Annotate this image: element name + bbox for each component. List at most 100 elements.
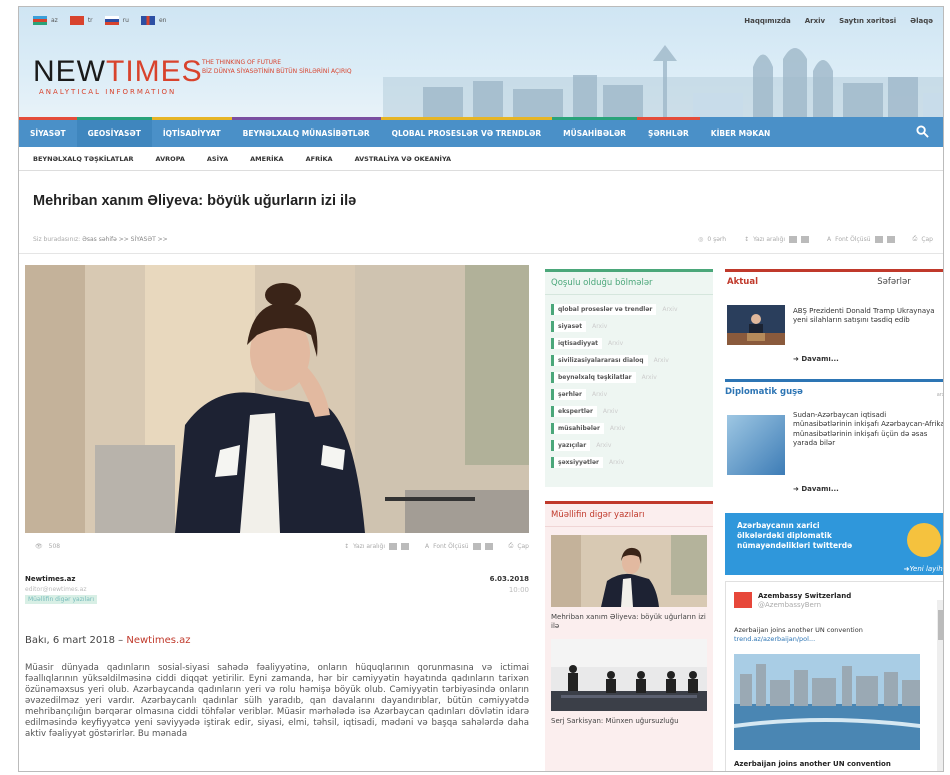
toplink-archive[interactable]: Arxiv — [805, 17, 825, 25]
other-post-thumb[interactable] — [551, 639, 707, 712]
other-posts-box: Müəllifin digər yazıları Mehriban xanım … — [545, 501, 713, 771]
share-network-icon — [907, 523, 941, 557]
twitter-banner-text: Azərbaycanın xarici ölkələrdəki diplomat… — [737, 521, 853, 551]
toplink-sitemap[interactable]: Saytın xəritəsi — [839, 17, 896, 25]
archive-link[interactable]: arxiv — [937, 392, 943, 398]
tweet-link[interactable]: trend.az/azerbaijan/pol... — [734, 635, 815, 643]
breadcrumb-link[interactable]: Əsas səhifə >> SİYASƏT >> — [82, 236, 168, 243]
news-item[interactable]: ABŞ Prezidenti Donald Tramp Ukraynaya ye… — [725, 301, 943, 367]
photo-toolbar: 👁 508 ↕ Yazı aralığı A Font Ölçüsü ⎙ Çap — [25, 537, 529, 555]
article-dateline: Bakı, 6 mart 2018 – Newtimes.az — [25, 635, 191, 646]
font-size-tool-2[interactable]: A Font Ölçüsü — [425, 542, 493, 550]
search-icon[interactable] — [916, 125, 929, 138]
section-item[interactable]: şərhlər Arxiv — [551, 386, 707, 403]
nav-kiber[interactable]: KİBER MƏKAN — [699, 117, 782, 147]
news-headline[interactable]: ABŞ Prezidenti Donald Tramp Ukraynaya ye… — [793, 307, 943, 325]
az-flag-icon — [33, 16, 47, 25]
lang-tr[interactable]: tr — [69, 16, 93, 25]
toplink-about[interactable]: Haqqımızda — [744, 17, 791, 25]
nav-serhler[interactable]: ŞƏRHLƏR — [637, 117, 700, 147]
subnav-item[interactable]: AFRİKA — [306, 155, 333, 163]
divider — [19, 253, 943, 254]
other-post-caption[interactable]: Serj Sarkisyan: Münxen uğursuzluğu — [551, 717, 707, 726]
nav-iqtisadiyyat[interactable]: İQTİSADİYYAT — [151, 117, 232, 147]
news-tabs: Aktual Səfərlər — [725, 269, 943, 289]
twitter-feed: Azembassy Switzerland @AzembassyBern Aze… — [725, 581, 943, 771]
author-email[interactable]: editor@newtimes.az — [25, 586, 529, 593]
lang-en[interactable]: en — [140, 16, 166, 25]
comment-tool[interactable]: ◎ 0 şərh — [698, 236, 726, 243]
tweet-header: Azembassy Switzerland @AzembassyBern — [734, 592, 851, 610]
article-body: Müasir dünyada qadınların sosial-siyasi … — [25, 663, 529, 739]
section-item[interactable]: qlobal proseslər və trendlər Arxiv — [551, 301, 707, 318]
section-item[interactable]: yazıçılar Arxiv — [551, 437, 707, 454]
line-spacing-tool-2[interactable]: ↕ Yazı aralığı — [344, 542, 409, 550]
subnav-item[interactable]: AVSTRALİYA VƏ OKEANİYA — [355, 155, 452, 163]
site-logo[interactable]: NEWTIMES — [33, 57, 203, 87]
language-switcher: az tr ru en — [33, 16, 166, 25]
sub-nav: BEYNƏLXALQ TƏŞKİLATLAR AVROPA ASİYA AMER… — [19, 147, 943, 171]
twitter-banner[interactable]: Azərbaycanın xarici ölkələrdəki diplomat… — [725, 513, 943, 575]
eye-icon: 👁 — [35, 542, 43, 550]
tweet-image[interactable] — [734, 654, 920, 750]
section-item[interactable]: siyasət Arxiv — [551, 318, 707, 335]
other-posts-title: Müəllifin digər yazıları — [545, 504, 713, 527]
other-post-image — [551, 639, 707, 712]
lang-ru[interactable]: ru — [104, 16, 129, 25]
tweet-text: Azerbaijan joins another UN convention t… — [734, 626, 863, 643]
comment-icon: ◎ — [698, 235, 704, 243]
font-size-tool[interactable]: A Font Ölçüsü — [827, 235, 895, 243]
page-frame: az tr ru en Haqqımızda Arxiv Saytın xəri… — [18, 6, 944, 772]
photo-tools: ↕ Yazı aralığı A Font Ölçüsü ⎙ Çap — [344, 542, 529, 550]
line-spacing-tool[interactable]: ↕ Yazı aralığı — [744, 235, 809, 243]
dateline-source[interactable]: Newtimes.az — [126, 635, 190, 646]
nav-beynelxalq[interactable]: BEYNƏLXALQ MÜNASİBƏTLƏR — [231, 117, 381, 147]
author-other-posts-link[interactable]: Müəllifin digər yazıları — [25, 595, 98, 604]
new-project-link[interactable]: ➜Yeni layiha — [904, 565, 943, 573]
toplink-contact[interactable]: Əlaqə — [910, 17, 933, 25]
diplomatic-headline[interactable]: Sudan-Azərbaycan iqtisadi münasibətlərin… — [793, 411, 943, 449]
nav-geosiyaset[interactable]: GEOSİYASƏT — [76, 117, 152, 147]
news-image — [727, 305, 785, 345]
feed-scrollbar[interactable] — [937, 600, 943, 771]
section-item[interactable]: iqtisadiyyat Arxiv — [551, 335, 707, 352]
print-icon: ⎙ — [508, 542, 514, 549]
section-item[interactable]: sivilizasiyalararası dialoq Arxiv — [551, 352, 707, 369]
breadcrumb-row: Siz buradasınız: Əsas səhifə >> SİYASƏT … — [33, 231, 933, 247]
other-post-caption[interactable]: Mehriban xanım Əliyeva: böyük uğurların … — [551, 613, 707, 631]
tab-aktual[interactable]: Aktual — [725, 272, 837, 289]
section-item[interactable]: şəxsiyyətlər Arxiv — [551, 454, 707, 471]
tweet-author[interactable]: Azembassy Switzerland @AzembassyBern — [758, 592, 851, 610]
subnav-item[interactable]: ASİYA — [207, 155, 228, 163]
diplomatic-image — [727, 415, 785, 475]
subnav-item[interactable]: AMERİKA — [250, 155, 283, 163]
nav-siyaset[interactable]: SİYASƏT — [19, 117, 77, 147]
breadcrumb: Siz buradasınız: Əsas səhifə >> SİYASƏT … — [33, 235, 168, 243]
city-skyline-image — [383, 45, 943, 117]
section-item[interactable]: müsahibələr Arxiv — [551, 420, 707, 437]
publish-date: 6.03.2018 10:00 — [489, 575, 529, 594]
lang-az[interactable]: az — [33, 16, 58, 25]
nav-qlobal[interactable]: QLOBAL PROSESLƏR VƏ TRENDLƏR — [380, 117, 553, 147]
nav-musahibeler[interactable]: MÜSAHİBƏLƏR — [552, 117, 638, 147]
print-tool[interactable]: ⎙ Çap — [913, 235, 934, 243]
ru-flag-icon — [104, 16, 119, 25]
subnav-item[interactable]: AVROPA — [156, 155, 185, 163]
sections-title: Qoşulu olduğu bölmələr — [545, 272, 713, 295]
diplomatic-item[interactable]: Sudan-Azərbaycan iqtisadi münasibətlərin… — [725, 407, 943, 503]
subnav-item[interactable]: BEYNƏLXALQ TƏŞKİLATLAR — [33, 155, 134, 163]
author-name[interactable]: Newtimes.az — [25, 575, 529, 583]
top-links: Haqqımızda Arxiv Saytın xəritəsi Əlaqə — [744, 17, 933, 25]
page-title: Mehriban xanım Əliyeva: böyük uğurların … — [33, 193, 357, 209]
read-more-link[interactable]: ➜ Davamı... — [793, 355, 839, 363]
print-icon: ⎙ — [912, 235, 918, 242]
other-post-thumb[interactable] — [551, 535, 707, 607]
print-tool-2[interactable]: ⎙ Çap — [509, 542, 530, 550]
main-nav: SİYASƏT GEOSİYASƏT İQTİSADİYYAT BEYNƏLXA… — [19, 117, 943, 147]
avatar[interactable] — [734, 592, 752, 608]
section-item[interactable]: beynəlxalq təşkilatlar Arxiv — [551, 369, 707, 386]
tab-seferler[interactable]: Səfərlər — [837, 272, 943, 289]
read-more-link[interactable]: ➜ Davamı... — [793, 485, 839, 493]
site-header: az tr ru en Haqqımızda Arxiv Saytın xəri… — [19, 7, 943, 117]
section-item[interactable]: ekspertlər Arxiv — [551, 403, 707, 420]
